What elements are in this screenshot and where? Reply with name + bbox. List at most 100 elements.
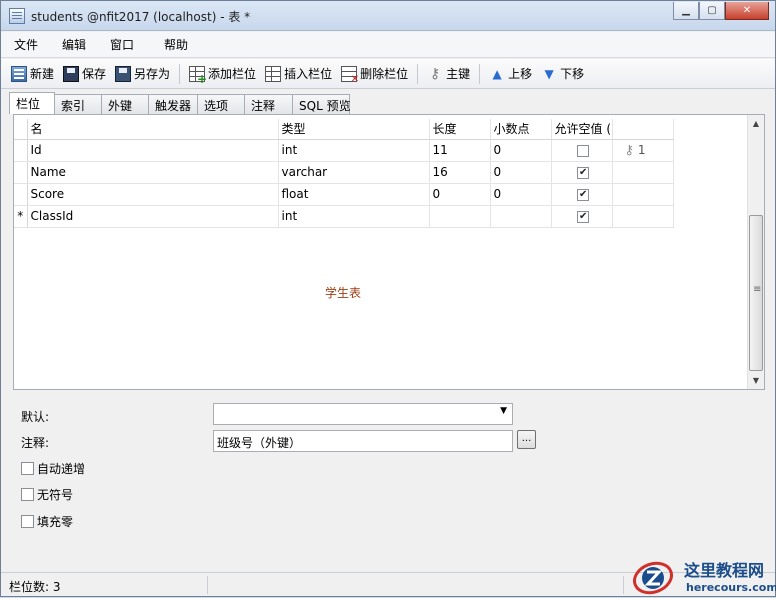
tab-sql-preview[interactable]: SQL 预览 [292, 94, 351, 114]
field-length-cell[interactable]: 0 [429, 183, 491, 206]
comment-label: 注释: [21, 436, 50, 450]
field-name-cell[interactable]: Name [27, 161, 279, 184]
allow-null-checkbox[interactable] [577, 188, 589, 201]
field-decimals-cell[interactable]: 0 [490, 139, 552, 162]
zerofill-label: 填充零 [37, 515, 74, 529]
maximize-button[interactable]: ▢ [699, 2, 725, 20]
fields-grid: 名 类型 长度 小数点 允许空值 ( Id int 11 0 ⚷ 1 Name … [14, 119, 674, 228]
tab-triggers[interactable]: 触发器 [148, 94, 198, 114]
tab-fields[interactable]: 栏位 [9, 92, 55, 114]
menu-window[interactable]: 窗口 [98, 36, 146, 53]
field-type-cell[interactable]: float [278, 183, 430, 206]
fields-grid-panel: 名 类型 长度 小数点 允许空值 ( Id int 11 0 ⚷ 1 Name … [13, 114, 765, 390]
insert-field-button[interactable]: 插入栏位 [265, 65, 332, 82]
status-segment [208, 575, 624, 594]
col-header-type[interactable]: 类型 [278, 119, 430, 140]
save-button-label: 保存 [82, 67, 107, 81]
col-header-decimals[interactable]: 小数点 [490, 119, 552, 140]
zerofill-option[interactable]: 填充零 [21, 513, 73, 530]
row-marker [14, 183, 28, 206]
scroll-up-icon[interactable]: ▲ [748, 115, 764, 132]
scroll-down-icon[interactable]: ▼ [748, 372, 764, 389]
allow-null-cell[interactable] [551, 183, 613, 206]
delete-field-button[interactable]: 删除栏位 [341, 65, 409, 85]
primary-key-button[interactable]: ⚷ 主键 [427, 65, 470, 82]
new-button[interactable]: 新建 [11, 65, 54, 82]
toolbar-separator [417, 63, 419, 84]
table-row[interactable]: Name varchar 16 0 [14, 161, 674, 184]
table-row[interactable]: * ClassId int [14, 205, 674, 228]
save-as-button[interactable]: 另存为 [115, 65, 170, 82]
minimize-icon: ▁ [682, 5, 690, 16]
watermark: 这里教程网 herecours.com [629, 555, 776, 598]
field-type-cell[interactable]: int [278, 205, 430, 228]
col-header-allow-null[interactable]: 允许空值 ( [551, 119, 613, 140]
menu-edit[interactable]: 编辑 [50, 36, 98, 53]
field-decimals-cell[interactable] [490, 205, 552, 228]
field-type-cell[interactable]: int [278, 139, 430, 162]
table-row[interactable]: Score float 0 0 [14, 183, 674, 206]
field-length-cell[interactable]: 16 [429, 161, 491, 184]
comment-edit-button[interactable]: ... [517, 430, 536, 449]
allow-null-cell[interactable] [551, 139, 613, 162]
field-decimals-cell[interactable]: 0 [490, 161, 552, 184]
save-icon [63, 65, 80, 82]
title-bar[interactable]: students @nfit2017 (localhost) - 表 * ▁ ▢… [1, 1, 775, 31]
allow-null-checkbox[interactable] [577, 210, 589, 223]
field-name-cell[interactable]: ClassId [27, 205, 279, 228]
insert-field-icon [265, 65, 282, 82]
save-button[interactable]: 保存 [63, 65, 106, 82]
allow-null-cell[interactable] [551, 205, 613, 228]
field-length-cell[interactable] [429, 205, 491, 228]
dropdown-arrow-icon: ▼ [500, 406, 507, 416]
key-cell[interactable] [612, 161, 674, 184]
tab-comment[interactable]: 注释 [244, 94, 293, 114]
row-marker [14, 161, 28, 184]
col-header-length[interactable]: 长度 [429, 119, 491, 140]
allow-null-checkbox[interactable] [577, 144, 589, 157]
col-header-name[interactable]: 名 [27, 119, 279, 140]
auto-increment-option[interactable]: 自动递增 [21, 460, 85, 477]
move-down-button[interactable]: ▼ 下移 [541, 65, 585, 82]
delete-field-label: 删除栏位 [360, 67, 409, 81]
scroll-thumb[interactable] [749, 215, 763, 371]
key-cell[interactable] [612, 205, 674, 228]
key-cell[interactable] [612, 183, 674, 206]
field-name-cell[interactable]: Score [27, 183, 279, 206]
allow-null-checkbox[interactable] [577, 166, 589, 179]
tab-options[interactable]: 选项 [197, 94, 245, 114]
default-label: 默认: [21, 410, 50, 424]
delete-field-icon [341, 65, 359, 85]
window-controls: ▁ ▢ ✕ [673, 2, 769, 22]
field-length-cell[interactable]: 11 [429, 139, 491, 162]
add-field-button[interactable]: 添加栏位 [189, 65, 256, 86]
default-select[interactable]: ▼ [213, 403, 513, 425]
allow-null-cell[interactable] [551, 161, 613, 184]
field-decimals-cell[interactable]: 0 [490, 183, 552, 206]
grid-header-row: 名 类型 长度 小数点 允许空值 ( [14, 119, 674, 140]
close-button[interactable]: ✕ [725, 2, 769, 20]
new-table-icon [11, 65, 27, 82]
primary-key-icon: ⚷ [624, 142, 635, 158]
row-marker [14, 139, 28, 162]
comment-input[interactable]: 班级号（外键） [213, 430, 513, 452]
zerofill-checkbox[interactable] [21, 515, 34, 528]
key-cell[interactable]: ⚷ 1 [612, 139, 674, 162]
table-app-icon [9, 8, 25, 24]
col-header-key[interactable] [612, 119, 674, 140]
menu-help[interactable]: 帮助 [146, 36, 200, 53]
field-type-cell[interactable]: varchar [278, 161, 430, 184]
row-marker: * [14, 205, 28, 228]
unsigned-checkbox[interactable] [21, 488, 34, 501]
grid-vertical-scrollbar[interactable]: ▲ ▼ [747, 115, 764, 389]
field-name-cell[interactable]: Id [27, 139, 279, 162]
unsigned-option[interactable]: 无符号 [21, 486, 73, 503]
minimize-button[interactable]: ▁ [673, 2, 699, 20]
table-comment-text: 学生表 [325, 286, 362, 300]
tab-foreign-keys[interactable]: 外键 [101, 94, 149, 114]
menu-file[interactable]: 文件 [1, 36, 50, 53]
move-up-button[interactable]: ▲ 上移 [489, 65, 532, 82]
auto-increment-checkbox[interactable] [21, 462, 34, 475]
table-row[interactable]: Id int 11 0 ⚷ 1 [14, 139, 674, 162]
tab-indexes[interactable]: 索引 [54, 94, 102, 114]
